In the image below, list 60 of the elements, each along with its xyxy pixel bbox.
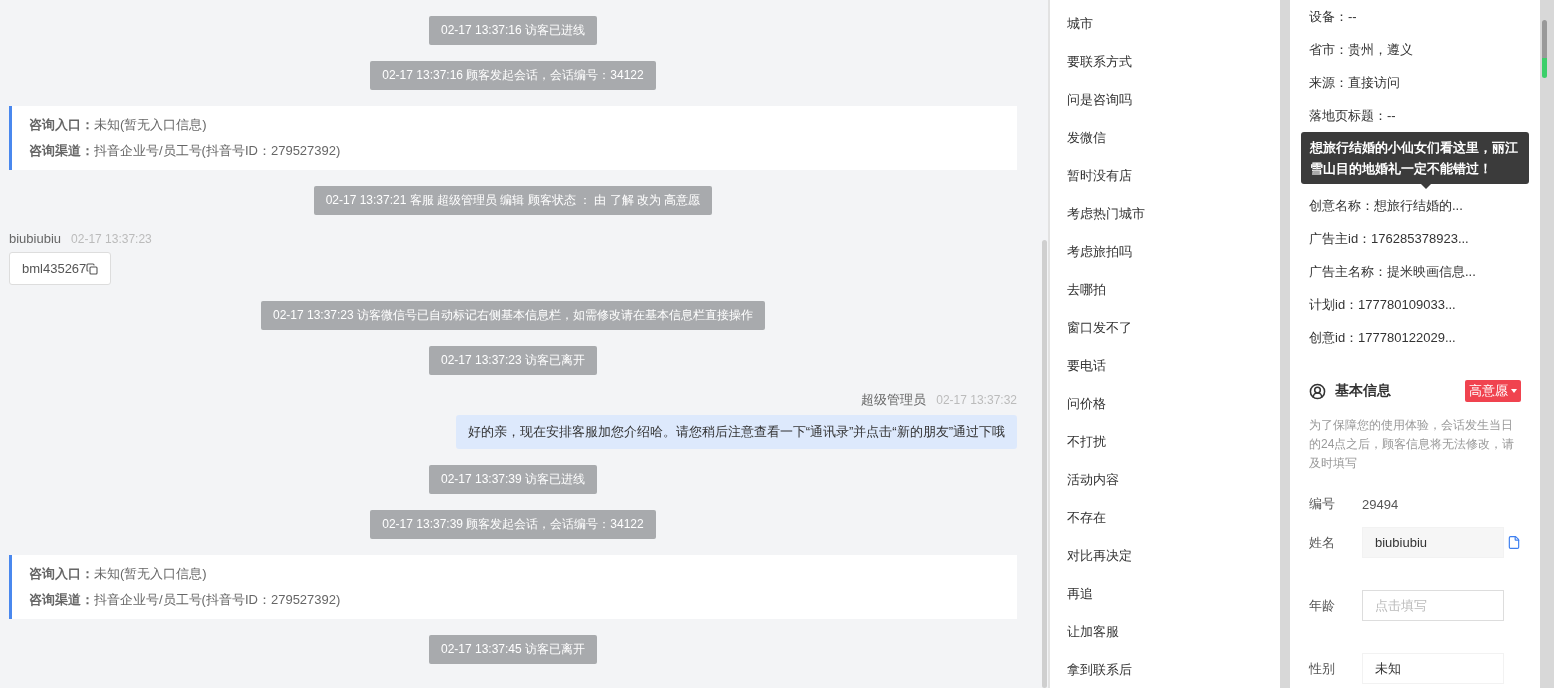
quick-reply-item[interactable]: 去哪拍 <box>1067 280 1263 299</box>
info-field: 来源：直接访问 <box>1309 66 1521 99</box>
quick-reply-item[interactable]: 再追 <box>1067 584 1263 603</box>
notice-text: 为了保障您的使用体验，会话发生当日的24点之后，顾客信息将无法修改，请及时填写 <box>1309 417 1516 472</box>
system-notice: 02-17 13:37:39 访客已进线 <box>428 465 598 494</box>
system-notice: 02-17 13:37:39 顾客发起会话，会话编号：34122 <box>370 510 656 539</box>
input-field[interactable]: biubiubiu <box>1362 527 1504 558</box>
status-tag[interactable]: 高意愿 <box>1465 380 1521 402</box>
quick-reply-item[interactable]: 活动内容 <box>1067 470 1263 489</box>
message-time: 02-17 13:37:23 <box>71 232 152 246</box>
entry-line: 咨询入口：未知(暂无入口信息) <box>29 116 208 134</box>
info-field: 计划id：177780109033... <box>1309 288 1521 321</box>
system-notice: 02-17 13:37:23 访客微信号已自动标记右侧基本信息栏，如需修改请在基本信息栏直接操作 <box>260 301 766 330</box>
field-label: 编号 <box>1309 495 1336 513</box>
entry-line: 咨询入口：未知(暂无入口信息) <box>29 565 208 583</box>
tooltip-pointer <box>1421 184 1431 189</box>
message-time: 02-17 13:37:32 <box>936 393 1017 407</box>
quick-reply-item[interactable]: 对比再决定 <box>1067 546 1263 565</box>
quick-reply-item[interactable]: 不打扰 <box>1067 432 1263 451</box>
info-field: 设备：-- <box>1309 0 1521 33</box>
quick-reply-item[interactable]: 窗口发不了 <box>1067 318 1263 337</box>
info-field: 落地页标题：-- <box>1309 99 1521 132</box>
info-field: 创意id：177780122029... <box>1309 321 1521 354</box>
info-field: 省市：贵州，遵义 <box>1309 33 1521 66</box>
quick-reply-item[interactable]: 发微信 <box>1067 128 1263 147</box>
scrollbar-thumb[interactable] <box>1542 20 1547 78</box>
quick-reply-item[interactable]: 问是咨询吗 <box>1067 90 1263 109</box>
input-field[interactable]: 点击填写 <box>1362 590 1504 621</box>
system-notice: 02-17 13:37:16 顾客发起会话，会话编号：34122 <box>370 61 656 90</box>
quick-reply-item[interactable]: 考虑旅拍吗 <box>1067 242 1263 261</box>
info-field: 广告主id：176285378923... <box>1309 222 1521 255</box>
message-bubble: 好的亲，现在安排客服加您介绍哈。请您稍后注意查看一下“通讯录”并点击“新的朋友”通过下哦 <box>455 415 1017 449</box>
system-notice: 02-17 13:37:16 访客已进线 <box>428 16 598 45</box>
quick-reply-item[interactable]: 让加客服 <box>1067 622 1263 641</box>
quick-reply-item[interactable]: 要联系方式 <box>1067 52 1263 71</box>
scrollbar-thumb[interactable] <box>1042 240 1047 688</box>
quick-reply-item[interactable]: 问价格 <box>1067 394 1263 413</box>
entry-line: 咨询渠道：抖音企业号/员工号(抖音号ID：279527392) <box>29 142 342 160</box>
quick-reply-item[interactable]: 城市 <box>1067 14 1263 33</box>
field-value: 29494 <box>1362 496 1399 512</box>
field-label: 姓名 <box>1309 533 1336 552</box>
user-icon <box>1309 382 1326 400</box>
quick-reply-item[interactable]: 考虑热门城市 <box>1067 204 1263 223</box>
field-label: 性别 <box>1309 659 1336 678</box>
info-field: 广告主名称：提米映画信息... <box>1309 255 1521 288</box>
quick-reply-item[interactable]: 要电话 <box>1067 356 1263 375</box>
system-notice: 02-17 13:37:45 访客已离开 <box>428 635 598 664</box>
system-notice: 02-17 13:37:23 访客已离开 <box>428 346 598 375</box>
quick-reply-item[interactable]: 拿到联系后 <box>1067 660 1263 679</box>
field-label: 年龄 <box>1309 596 1336 615</box>
quick-reply-item[interactable]: 不存在 <box>1067 508 1263 527</box>
info-field: 创意名称：想旅行结婚的... <box>1309 189 1521 222</box>
sender-name: 超级管理员 <box>861 391 927 409</box>
message-text: bml435267 <box>22 261 87 276</box>
section-title: 基本信息 <box>1335 382 1391 400</box>
quick-reply-item[interactable]: 暂时没有店 <box>1067 166 1263 185</box>
input-field[interactable]: 未知 <box>1362 653 1504 684</box>
entry-line: 咨询渠道：抖音企业号/员工号(抖音号ID：279527392) <box>29 591 342 609</box>
sender-name: biubiubiu <box>9 231 62 246</box>
system-notice: 02-17 13:37:21 客服 超级管理员 编辑 顾客状态 ： 由 了解 改为 高意愿 <box>313 186 713 215</box>
